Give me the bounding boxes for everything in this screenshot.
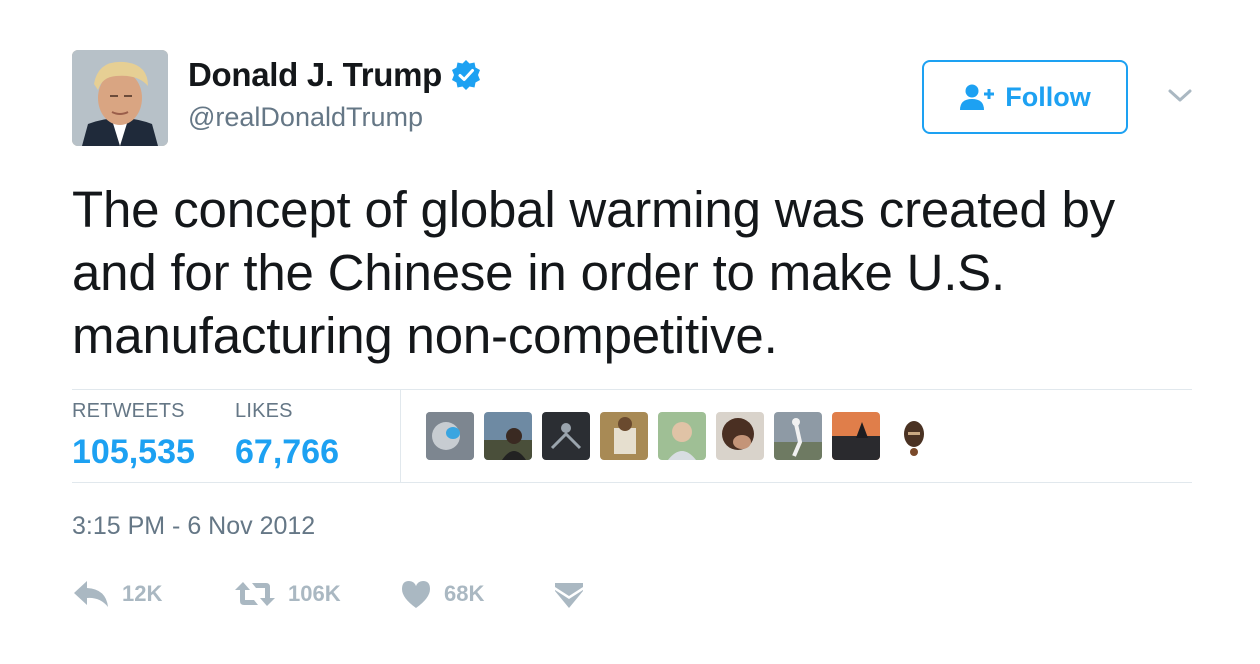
liker-avatar-icon[interactable] xyxy=(426,412,474,460)
reply-icon xyxy=(72,579,110,609)
author-name[interactable]: Donald J. Trump xyxy=(188,56,442,94)
chevron-down-icon[interactable] xyxy=(1166,84,1194,106)
liker-avatar-icon[interactable] xyxy=(600,412,648,460)
stats-divider xyxy=(400,390,401,482)
likes-count: 67,766 xyxy=(235,433,339,471)
verified-badge-icon xyxy=(450,59,482,91)
retweets-count: 105,535 xyxy=(72,433,195,471)
retweet-button[interactable]: 106K xyxy=(234,572,341,616)
retweet-count: 106K xyxy=(288,581,341,606)
divider xyxy=(72,389,1192,390)
retweet-icon xyxy=(234,579,276,609)
profile-photo-icon xyxy=(72,50,168,146)
likes-label: LIKES xyxy=(235,400,293,422)
follow-button-label: Follow xyxy=(1005,81,1091,112)
author-avatar[interactable] xyxy=(72,50,168,146)
liker-avatar-icon[interactable] xyxy=(890,412,938,460)
like-count: 68K xyxy=(444,581,485,606)
envelope-icon xyxy=(554,579,584,609)
author-name-row: Donald J. Trump xyxy=(188,56,482,94)
add-user-icon xyxy=(959,83,995,111)
liker-avatar-icon[interactable] xyxy=(542,412,590,460)
liker-avatars xyxy=(426,412,948,460)
divider xyxy=(72,482,1192,483)
reply-button[interactable]: 12K xyxy=(72,572,162,616)
liker-avatar-icon[interactable] xyxy=(832,412,880,460)
direct-message-button[interactable] xyxy=(554,572,584,616)
like-button[interactable]: 68K xyxy=(400,572,484,616)
author-handle[interactable]: @realDonaldTrump xyxy=(188,102,423,133)
tweet-timestamp[interactable]: 3:15 PM - 6 Nov 2012 xyxy=(72,512,315,541)
liker-avatar-icon[interactable] xyxy=(716,412,764,460)
follow-button[interactable]: Follow xyxy=(922,60,1128,134)
retweets-stat[interactable]: RETWEETS 105,535 xyxy=(72,400,195,472)
liker-avatar-icon[interactable] xyxy=(658,412,706,460)
likes-stat[interactable]: LIKES 67,766 xyxy=(235,400,339,472)
heart-icon xyxy=(400,579,432,609)
liker-avatar-icon[interactable] xyxy=(774,412,822,460)
liker-avatar-icon[interactable] xyxy=(484,412,532,460)
reply-count: 12K xyxy=(122,581,163,606)
tweet-text: The concept of global warming was create… xyxy=(72,181,1115,364)
retweets-label: RETWEETS xyxy=(72,400,185,422)
